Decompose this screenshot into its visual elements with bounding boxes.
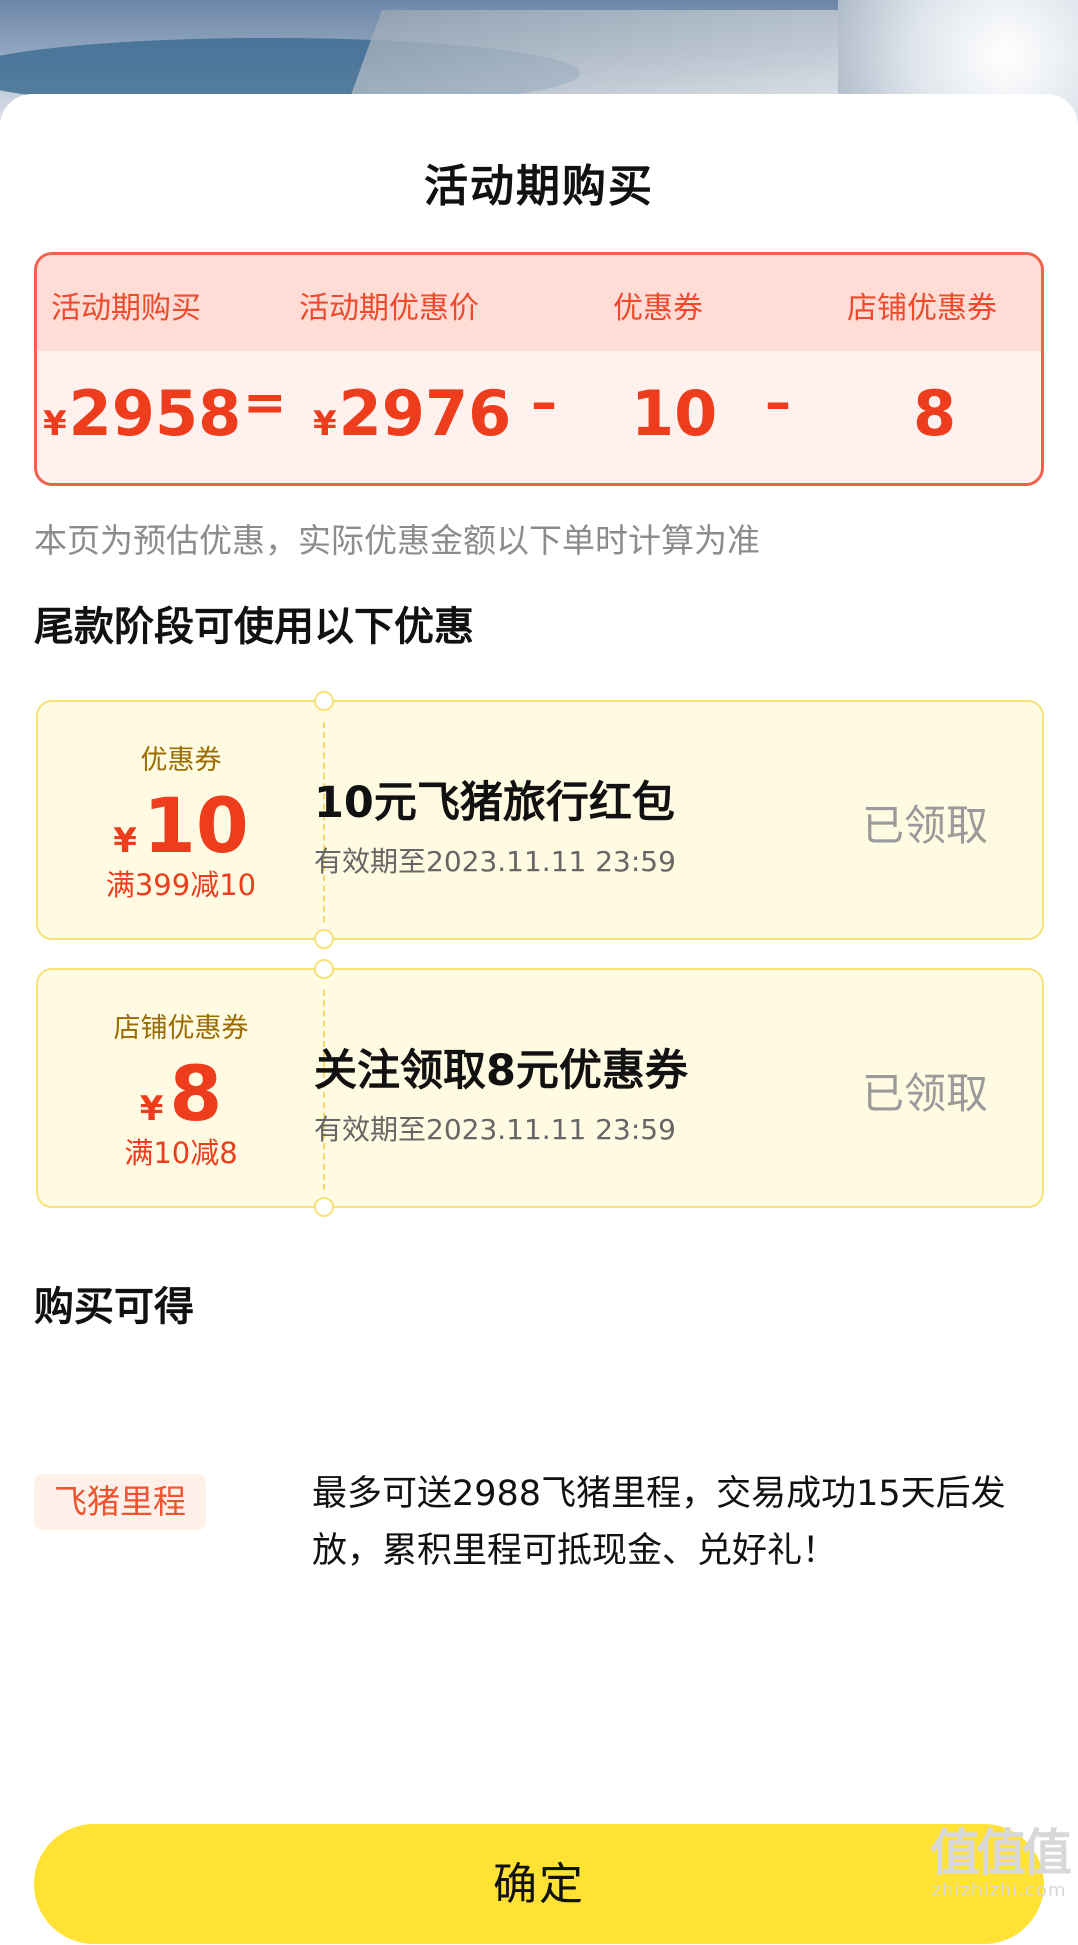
calc-label-coupon: 优惠券 xyxy=(613,291,703,326)
mileage-benefit-text: 最多可送2988飞猪里程，交易成功15天后发 放，累积里程可抵现金、兑好礼！ xyxy=(312,1466,1052,1580)
watermark: 值值值 zhizhizhi.com xyxy=(930,1824,1072,1901)
watermark-url: zhizhizhi.com xyxy=(931,1880,1067,1901)
sheet-title: 活动期购买 xyxy=(424,161,654,212)
coupon-name: 10元飞猪旅行红包 xyxy=(314,778,675,828)
coupon-notch xyxy=(314,959,334,979)
coupon-claimed-status: 已领取 xyxy=(862,801,989,850)
calc-label-promo-price: 活动期优惠价 xyxy=(299,291,479,326)
equals-sign: = xyxy=(243,373,287,433)
promo-price-value: 2976 xyxy=(338,377,512,450)
coupon-notch xyxy=(314,691,334,711)
coupons-section-title: 尾款阶段可使用以下优惠 xyxy=(34,604,474,650)
purchase-price: ¥2958 xyxy=(43,377,241,450)
coupon-claimed-status: 已领取 xyxy=(862,1069,989,1118)
coupon-value: 10 xyxy=(631,377,718,450)
coupon-validity: 有效期至2023.11.11 23:59 xyxy=(314,845,676,878)
mileage-badge: 飞猪里程 xyxy=(34,1474,206,1530)
coupon-card[interactable]: 优惠券 ¥10 满399减10 10元飞猪旅行红包 有效期至2023.11.11… xyxy=(36,691,1044,949)
confirm-button[interactable]: 确定 xyxy=(34,1824,1044,1944)
coupon-notch xyxy=(314,1197,334,1217)
watermark-logo: 值值值 xyxy=(930,1824,1072,1882)
coupon-notch xyxy=(314,929,334,949)
price-calculation-box: 活动期购买 活动期优惠价 优惠券 店铺优惠券 ¥2958 = ¥2976 – 1… xyxy=(34,252,1044,486)
currency-symbol: ¥ xyxy=(139,1089,164,1129)
benefits-section-title: 购买可得 xyxy=(34,1284,194,1330)
currency-symbol: ¥ xyxy=(43,404,67,444)
coupon-type: 优惠券 xyxy=(140,745,222,776)
coupon-amount-value: 8 xyxy=(169,1049,223,1138)
coupon-name: 关注领取8元优惠券 xyxy=(314,1046,688,1096)
benefit-line: 最多可送2988飞猪里程，交易成功15天后发 xyxy=(312,1474,1006,1514)
calc-label-shop-coupon: 店铺优惠券 xyxy=(847,291,997,326)
coupon-card[interactable]: 店铺优惠券 ¥8 满10减8 关注领取8元优惠券 有效期至2023.11.11 … xyxy=(36,959,1044,1217)
coupon-type: 店铺优惠券 xyxy=(113,1013,249,1044)
coupon-validity: 有效期至2023.11.11 23:59 xyxy=(314,1113,676,1146)
promo-price: ¥2976 xyxy=(313,377,511,450)
purchase-price-value: 2958 xyxy=(68,377,242,450)
coupon-condition: 满10减8 xyxy=(124,1136,238,1170)
minus-sign: – xyxy=(531,373,557,433)
calc-label-purchase: 活动期购买 xyxy=(51,291,201,326)
benefit-line: 放，累积里程可抵现金、兑好礼！ xyxy=(312,1531,838,1571)
shop-coupon-value: 8 xyxy=(913,377,957,450)
bottom-sheet: 活动期购买 活动期购买 活动期优惠价 优惠券 店铺优惠券 ¥2958 = ¥29… xyxy=(0,94,1078,1944)
minus-sign: – xyxy=(765,373,791,433)
coupon-condition: 满399减10 xyxy=(105,868,257,902)
currency-symbol: ¥ xyxy=(313,404,337,444)
coupon-amount-value: 10 xyxy=(142,781,249,870)
estimate-note: 本页为预估优惠，实际优惠金额以下单时计算为准 xyxy=(34,521,760,560)
currency-symbol: ¥ xyxy=(113,821,137,861)
